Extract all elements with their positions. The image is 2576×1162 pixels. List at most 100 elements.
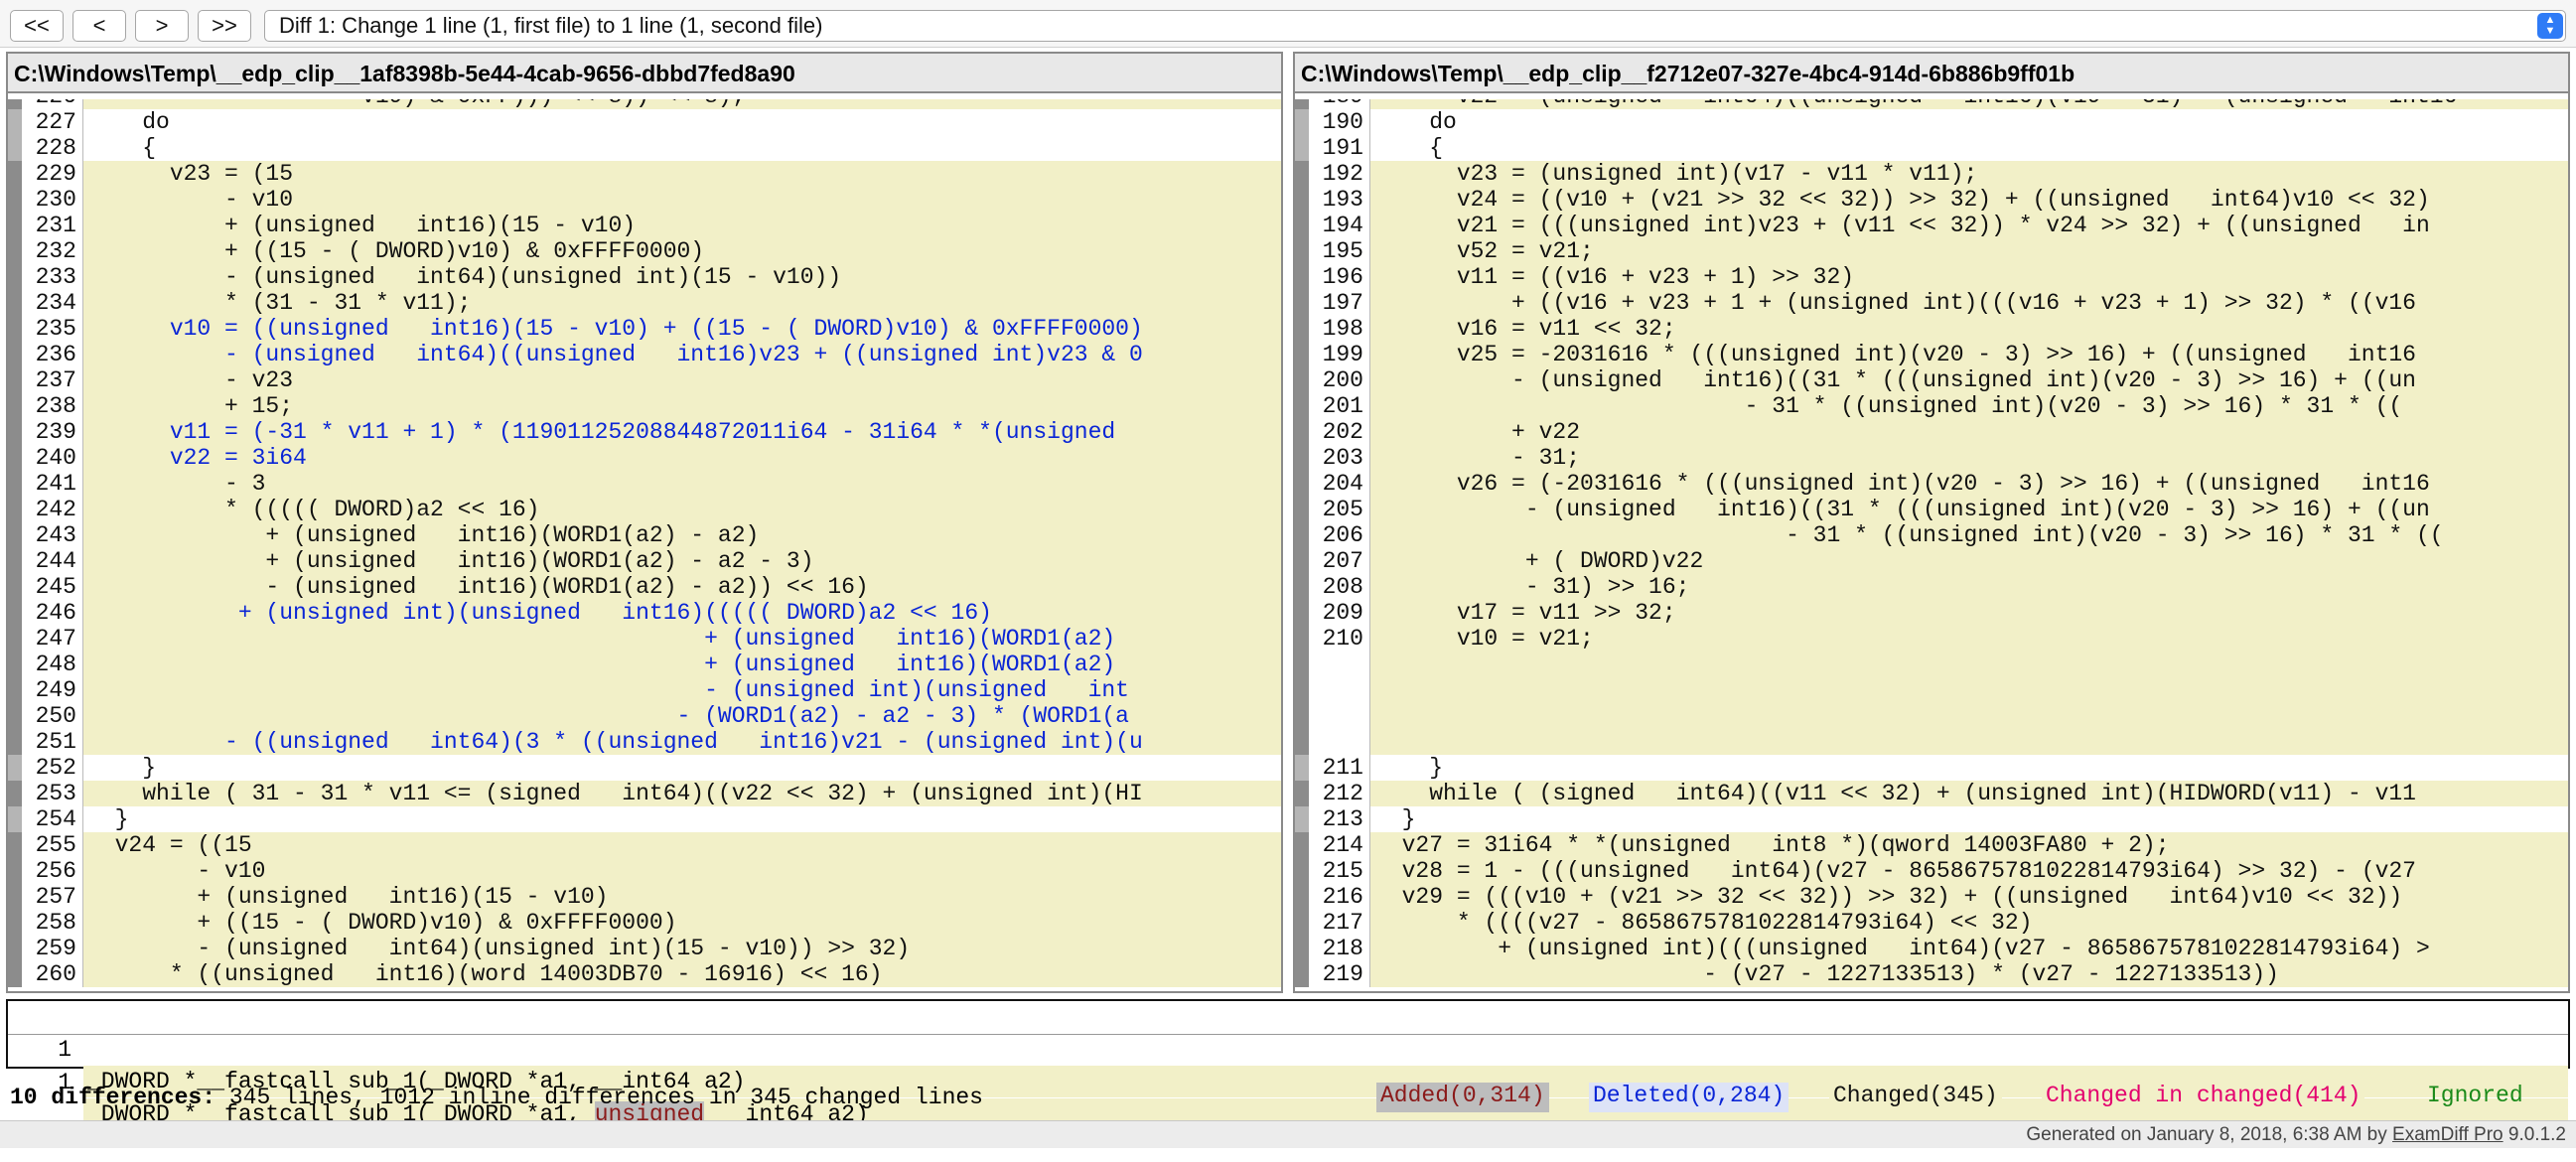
line-text: + (unsigned int16)(WORD1(a2): [83, 652, 1281, 677]
code-line: 205 - (unsigned int16)((31 * (((unsigned…: [1295, 497, 2568, 522]
line-text: [1370, 729, 2568, 755]
code-line: 195 v52 = v21;: [1295, 238, 2568, 264]
legend-added: Added(0,314): [1376, 1083, 1549, 1112]
diff-marker: [8, 729, 22, 755]
line-number: 236: [22, 342, 83, 367]
line-number: 206: [1309, 522, 1370, 548]
diff-marker: [1295, 806, 1309, 832]
code-line: 213 }: [1295, 806, 2568, 832]
line-number: 218: [1309, 936, 1370, 961]
code-line: 233 - (unsigned int64)(unsigned int)(15 …: [8, 264, 1281, 290]
diff-count: 10 differences:: [10, 1085, 216, 1110]
line-text: }: [83, 806, 1281, 832]
first-diff-button[interactable]: <<: [10, 10, 64, 42]
line-text: - (unsigned int64)(unsigned int)(15 - v1…: [83, 936, 1281, 961]
diff-marker: [8, 393, 22, 419]
diff-marker: [1295, 832, 1309, 858]
diff-marker: [8, 290, 22, 316]
code-line: 190 do: [1295, 109, 2568, 135]
footer-generated: Generated on January 8, 2018, 6:38 AM by: [2026, 1124, 2393, 1145]
code-line: 206 - 31 * ((unsigned int)(v20 - 3) >> 1…: [1295, 522, 2568, 548]
diff-marker: [1295, 600, 1309, 626]
product-link[interactable]: ExamDiff Pro: [2392, 1124, 2504, 1145]
left-file-path: C:\Windows\Temp\__edp_clip__1af8398b-5e4…: [8, 54, 1281, 93]
line-number: 197: [1309, 290, 1370, 316]
code-line: 238 + 15;: [8, 393, 1281, 419]
left-code-view[interactable]: 226 - v19) & 0xFF))) << 8)) << 8);227 do…: [8, 99, 1281, 991]
line-text: + ((15 - ( DWORD)v10) & 0xFFFF0000): [83, 238, 1281, 264]
line-text: v27 = 31i64 * *(unsigned int8 *)(qword 1…: [1370, 832, 2568, 858]
right-code-view[interactable]: 189 v22 = (unsigned int64)((unsigned int…: [1295, 99, 2568, 991]
diff-marker: [8, 213, 22, 238]
line-text: while ( 31 - 31 * v11 <= (signed int64)(…: [83, 781, 1281, 806]
line-number: 247: [22, 626, 83, 652]
diff-marker: [8, 419, 22, 445]
prev-diff-button[interactable]: <: [72, 10, 126, 42]
line-text: v25 = -2031616 * (((unsigned int)(v20 - …: [1370, 342, 2568, 367]
diff-marker: [8, 471, 22, 497]
line-number: 195: [1309, 238, 1370, 264]
code-line: 242 * ((((( DWORD)a2 << 16): [8, 497, 1281, 522]
diff-marker: [8, 755, 22, 781]
code-line: 258 + ((15 - ( DWORD)v10) & 0xFFFF0000): [8, 910, 1281, 936]
diff-select[interactable]: Diff 1: Change 1 line (1, first file) to…: [264, 10, 2566, 42]
diff-marker: [8, 109, 22, 135]
line-number: 229: [22, 161, 83, 187]
line-text: v23 = (15: [83, 161, 1281, 187]
line-text: * ((((v27 - 8658675781022814793i64) << 3…: [1370, 910, 2568, 936]
line-number: 241: [22, 471, 83, 497]
line-text: + (unsigned int16)(15 - v10): [83, 213, 1281, 238]
line-number: 193: [1309, 187, 1370, 213]
line-text: [1370, 677, 2568, 703]
line-text: - (unsigned int64)((unsigned int16)v23 +…: [83, 342, 1281, 367]
code-line: 212 while ( (signed int64)((v11 << 32) +…: [1295, 781, 2568, 806]
diff-marker: [1295, 187, 1309, 213]
code-line: 251 - ((unsigned int64)(3 * ((unsigned i…: [8, 729, 1281, 755]
line-number: 190: [1309, 109, 1370, 135]
right-file-pane[interactable]: C:\Windows\Temp\__edp_clip__f2712e07-327…: [1293, 52, 2570, 993]
diff-marker: [1295, 135, 1309, 161]
line-number: [1309, 729, 1370, 755]
code-line: 240 v22 = 3i64: [8, 445, 1281, 471]
diff-marker: [1295, 729, 1309, 755]
line-number: 237: [22, 367, 83, 393]
line-text: v11 = (-31 * v11 + 1) * (119011252088448…: [83, 419, 1281, 445]
line-text: v21 = (((unsigned int)v23 + (v11 << 32))…: [1370, 213, 2568, 238]
line-text: - (unsigned int16)((31 * (((unsigned int…: [1370, 497, 2568, 522]
line-number: 204: [1309, 471, 1370, 497]
code-line: 192 v23 = (unsigned int)(v17 - v11 * v11…: [1295, 161, 2568, 187]
code-line: 200 - (unsigned int16)((31 * (((unsigned…: [1295, 367, 2568, 393]
line-number: 203: [1309, 445, 1370, 471]
code-line: 210 v10 = v21;: [1295, 626, 2568, 652]
diff-marker: [1295, 884, 1309, 910]
line-text: }: [83, 755, 1281, 781]
code-line: 216 v29 = (((v10 + (v21 >> 32 << 32)) >>…: [1295, 884, 2568, 910]
line-number: 194: [1309, 213, 1370, 238]
diff-marker: [1295, 858, 1309, 884]
line-text: - 31) >> 16;: [1370, 574, 2568, 600]
code-line: 257 + (unsigned int16)(15 - v10): [8, 884, 1281, 910]
diff-marker: [8, 161, 22, 187]
next-diff-button[interactable]: >: [135, 10, 189, 42]
status-bar: 10 differences: 345 lines, 1012 inline d…: [0, 1075, 2576, 1120]
chevron-updown-icon: ▲ ▼: [2537, 13, 2563, 39]
code-line: 199 v25 = -2031616 * (((unsigned int)(v2…: [1295, 342, 2568, 367]
line-number: 216: [1309, 884, 1370, 910]
diff-marker: [8, 677, 22, 703]
line-text: - v10: [83, 858, 1281, 884]
code-line: 241 - 3: [8, 471, 1281, 497]
line-number: 244: [22, 548, 83, 574]
left-file-pane[interactable]: C:\Windows\Temp\__edp_clip__1af8398b-5e4…: [6, 52, 1283, 993]
code-line: 194 v21 = (((unsigned int)v23 + (v11 << …: [1295, 213, 2568, 238]
line-text: + (unsigned int)(((unsigned int64)(v27 -…: [1370, 936, 2568, 961]
diff-marker: [1295, 522, 1309, 548]
code-line: 255 v24 = ((15: [8, 832, 1281, 858]
last-diff-button[interactable]: >>: [198, 10, 251, 42]
legend-deleted: Deleted(0,284): [1589, 1083, 1789, 1112]
line-text: v23 = (unsigned int)(v17 - v11 * v11);: [1370, 161, 2568, 187]
line-text: do: [1370, 109, 2568, 135]
code-line: 228 {: [8, 135, 1281, 161]
line-number: 215: [1309, 858, 1370, 884]
line-text: + ((15 - ( DWORD)v10) & 0xFFFF0000): [83, 910, 1281, 936]
code-line: 203 - 31;: [1295, 445, 2568, 471]
